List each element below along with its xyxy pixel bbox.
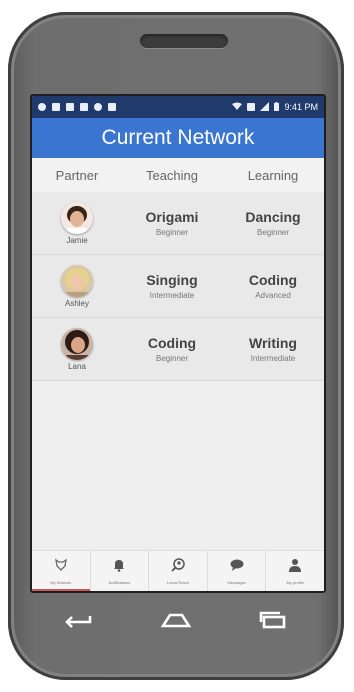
column-header-partner: Partner <box>55 167 99 183</box>
shield-icon <box>94 103 102 111</box>
bell-icon <box>111 557 127 578</box>
teaching-skill: Origami <box>145 209 199 225</box>
teaching-level: Beginner <box>155 228 189 237</box>
phone-device: 9:41 PM Current Network Partner Teaching… <box>8 12 344 680</box>
learning-level: Intermediate <box>250 354 296 363</box>
teaching-level: Beginner <box>155 354 189 363</box>
person-icon <box>287 557 303 578</box>
recents-icon <box>258 611 288 634</box>
column-header-learning: Learning <box>247 167 299 183</box>
tab-notifications[interactable]: Notifications <box>89 551 149 591</box>
tab-messages[interactable]: Messages <box>206 551 266 591</box>
recents-button[interactable] <box>253 610 293 634</box>
home-button[interactable] <box>156 610 196 634</box>
image-icon <box>52 103 60 111</box>
network-row[interactable]: Jamie Origami Beginner Dancing Beginner <box>32 192 324 255</box>
partner-cell[interactable]: Lana <box>32 327 122 371</box>
network-row[interactable]: Ashley Singing Intermediate Coding Advan… <box>32 255 324 318</box>
partner-cell[interactable]: Ashley <box>32 264 122 308</box>
battery-icon <box>274 101 280 113</box>
tab-my-profile[interactable]: My profile <box>265 551 324 591</box>
avatar[interactable] <box>61 201 93 234</box>
tab-label: My profile <box>286 580 304 585</box>
teaching-level: Intermediate <box>149 291 195 300</box>
tab-label: My Network <box>50 580 72 585</box>
back-icon <box>64 612 94 633</box>
avatar[interactable] <box>61 327 93 360</box>
android-icon <box>80 103 88 111</box>
learning-cell: Coding Advanced <box>222 272 324 300</box>
tab-label: Messages <box>227 580 246 585</box>
status-right-icons: 9:41 PM <box>232 101 318 113</box>
teaching-skill: Singing <box>146 272 198 288</box>
bottom-tab-bar: My Network Notifications Learn/Teach Mes… <box>32 550 324 591</box>
tab-my-network[interactable]: My Network <box>32 551 90 591</box>
learning-skill: Dancing <box>245 209 301 225</box>
hardware-nav-bar <box>30 600 322 644</box>
home-icon <box>160 612 192 633</box>
network-row[interactable]: Lana Coding Beginner Writing Intermediat… <box>32 318 324 381</box>
app-bar-title: Current Network <box>32 118 324 158</box>
column-headers: Partner Teaching Learning <box>32 158 324 192</box>
wifi-icon <box>232 102 243 113</box>
screen: 9:41 PM Current Network Partner Teaching… <box>30 94 326 593</box>
back-button[interactable] <box>59 610 99 634</box>
clipboard-icon <box>108 103 116 111</box>
network-icon <box>53 557 69 578</box>
status-left-icons <box>38 103 116 111</box>
tab-learn-teach[interactable]: Learn/Teach <box>148 551 207 591</box>
tab-label: Learn/Teach <box>166 580 189 585</box>
status-bar: 9:41 PM <box>32 96 324 118</box>
teaching-cell: Singing Intermediate <box>122 272 222 300</box>
learning-level: Beginner <box>256 228 290 237</box>
partner-name: Jamie <box>66 235 88 245</box>
teaching-cell: Origami Beginner <box>122 209 222 237</box>
nfc-icon <box>247 103 256 111</box>
partner-name: Ashley <box>64 298 89 308</box>
partner-name: Lana <box>68 361 86 371</box>
learning-cell: Writing Intermediate <box>222 335 324 363</box>
dot-icon <box>38 103 46 111</box>
avatar[interactable] <box>61 264 93 297</box>
speaker-grille <box>140 34 228 48</box>
teaching-skill: Coding <box>147 335 197 351</box>
tab-label: Notifications <box>108 580 131 585</box>
chat-icon <box>229 557 245 578</box>
learning-skill: Coding <box>248 272 298 288</box>
status-time: 9:41 PM <box>284 102 318 112</box>
search-person-icon <box>170 557 186 578</box>
teaching-cell: Coding Beginner <box>122 335 222 363</box>
settings-icon <box>66 103 74 111</box>
learning-skill: Writing <box>249 335 297 351</box>
learning-level: Advanced <box>255 291 291 300</box>
column-header-teaching: Teaching <box>145 167 199 183</box>
partner-cell[interactable]: Jamie <box>32 201 122 245</box>
signal-icon <box>260 101 270 113</box>
learning-cell: Dancing Beginner <box>222 209 324 237</box>
